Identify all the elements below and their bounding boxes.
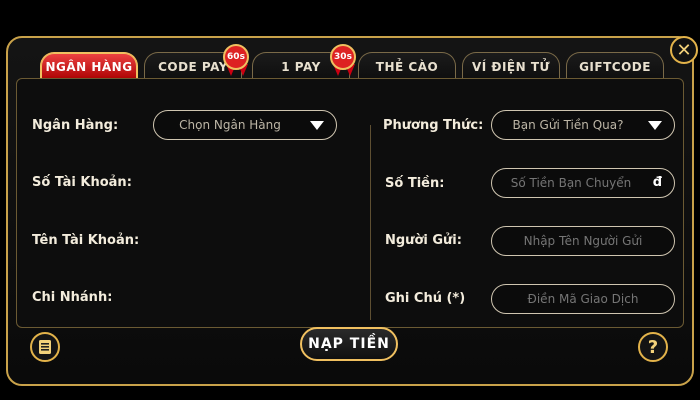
tab-bank[interactable]: NGÂN HÀNG — [40, 52, 138, 80]
chevron-down-icon — [648, 121, 662, 130]
amount-label: Số Tiền: — [385, 176, 445, 191]
column-divider — [370, 125, 371, 320]
close-button[interactable]: ✕ — [670, 36, 698, 64]
tab-giftcode[interactable]: GIFTCODE — [566, 52, 664, 80]
tab-e-wallet[interactable]: VÍ ĐIỆN TỬ — [462, 52, 560, 80]
question-icon: ? — [647, 336, 659, 358]
method-select[interactable]: Bạn Gửi Tiền Qua? — [491, 110, 675, 140]
deposit-submit-button[interactable]: NẠP TIỀN — [300, 327, 398, 361]
help-button[interactable]: ? — [638, 332, 668, 362]
sender-field[interactable] — [491, 226, 675, 256]
bank-label: Ngân Hàng: — [32, 118, 119, 133]
sender-input[interactable] — [492, 233, 674, 249]
document-list-icon — [39, 340, 51, 354]
amount-field[interactable]: đ — [491, 168, 675, 198]
timer-badge-60s: 60s — [223, 44, 249, 70]
method-select-value: Bạn Gửi Tiền Qua? — [512, 118, 624, 132]
method-label: Phương Thức: — [383, 118, 484, 133]
currency-symbol: đ — [652, 175, 662, 190]
history-button[interactable] — [30, 332, 60, 362]
account-number-label: Số Tài Khoản: — [32, 175, 132, 190]
close-icon: ✕ — [676, 39, 692, 61]
tab-card[interactable]: THẺ CÀO — [358, 52, 456, 80]
amount-input[interactable] — [492, 175, 674, 191]
note-field[interactable] — [491, 284, 675, 314]
note-input[interactable] — [492, 291, 674, 307]
note-label: Ghi Chú (*) — [385, 291, 466, 306]
branch-label: Chi Nhánh: — [32, 290, 113, 305]
chevron-down-icon — [310, 121, 324, 130]
sender-label: Người Gửi: — [385, 233, 462, 248]
bank-select[interactable]: Chọn Ngân Hàng — [153, 110, 337, 140]
timer-badge-30s: 30s — [330, 44, 356, 70]
account-name-label: Tên Tài Khoản: — [32, 233, 140, 248]
bank-select-value: Chọn Ngân Hàng — [179, 118, 281, 132]
